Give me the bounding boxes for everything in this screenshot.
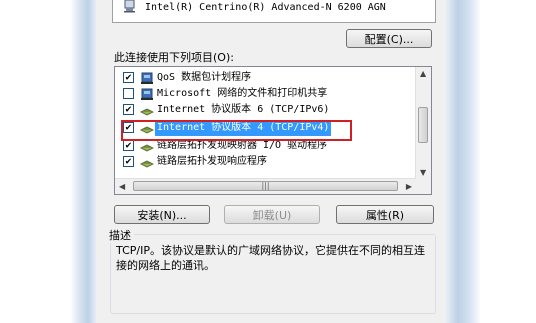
vertical-scroll-thumb[interactable]: [418, 107, 428, 143]
item-checkbox[interactable]: ✔: [123, 72, 134, 83]
item-label: 链路层拓扑发现映射器 I/O 驱动程序: [157, 140, 328, 151]
description-title: 描述: [106, 227, 134, 243]
protocol-icon: [140, 126, 154, 134]
item-label: Microsoft 网络的文件和打印机共享: [157, 88, 328, 99]
protocol-icon: [140, 108, 154, 116]
item-checkbox[interactable]: ✔: [123, 122, 134, 133]
scroll-left-icon[interactable]: ◀: [119, 182, 125, 191]
item-checkbox[interactable]: ✔: [123, 104, 134, 115]
scroll-up-icon[interactable]: ▲: [420, 69, 426, 78]
properties-dialog: Intel(R) Centrino(R) Advanced-N 6200 AGN…: [96, 0, 446, 323]
horizontal-scrollbar[interactable]: ◀ ||| ▶: [115, 178, 416, 194]
item-checkbox[interactable]: ✔: [123, 156, 134, 167]
vertical-scrollbar[interactable]: ▲ ▼: [415, 67, 431, 179]
network-adapter-icon: [124, 0, 135, 13]
item-label: 链路层拓扑发现响应程序: [157, 156, 267, 167]
qos-icon: [141, 72, 153, 84]
description-text: TCP/IP。该协议是默认的广域网络协议，它提供在不同的相互连接的网络上的通讯。: [116, 244, 425, 272]
adapter-box: Intel(R) Centrino(R) Advanced-N 6200 AGN: [112, 0, 436, 23]
properties-button[interactable]: 属性(R): [336, 205, 434, 224]
scroll-corner: [416, 179, 431, 194]
item-label: Internet 协议版本 6 (TCP/IPv6): [157, 104, 330, 115]
window-frame-right: [446, 0, 536, 323]
file-printer-share-icon: [141, 88, 153, 100]
configure-button[interactable]: 配置(C)...: [346, 29, 432, 48]
window-frame-left: [0, 0, 96, 323]
protocol-icon: [140, 160, 154, 168]
components-label: 此连接使用下列项目(O):: [114, 51, 234, 64]
item-checkbox[interactable]: [123, 88, 134, 99]
scroll-right-icon[interactable]: ▶: [406, 182, 412, 191]
adapter-name: Intel(R) Centrino(R) Advanced-N 6200 AGN: [145, 2, 386, 13]
item-checkbox[interactable]: ✔: [123, 140, 134, 151]
uninstall-button[interactable]: 卸载(U): [224, 205, 320, 224]
components-list[interactable]: ✔ QoS 数据包计划程序 Microsoft 网络的文件和打印机共享 ✔ In…: [114, 66, 432, 195]
scroll-down-icon[interactable]: ▼: [420, 168, 426, 177]
item-label: QoS 数据包计划程序: [157, 72, 252, 83]
install-button[interactable]: 安装(N)...: [114, 205, 210, 224]
horizontal-scroll-thumb[interactable]: |||: [133, 181, 398, 191]
item-label: Internet 协议版本 4 (TCP/IPv4): [155, 120, 332, 136]
protocol-icon: [140, 144, 154, 152]
